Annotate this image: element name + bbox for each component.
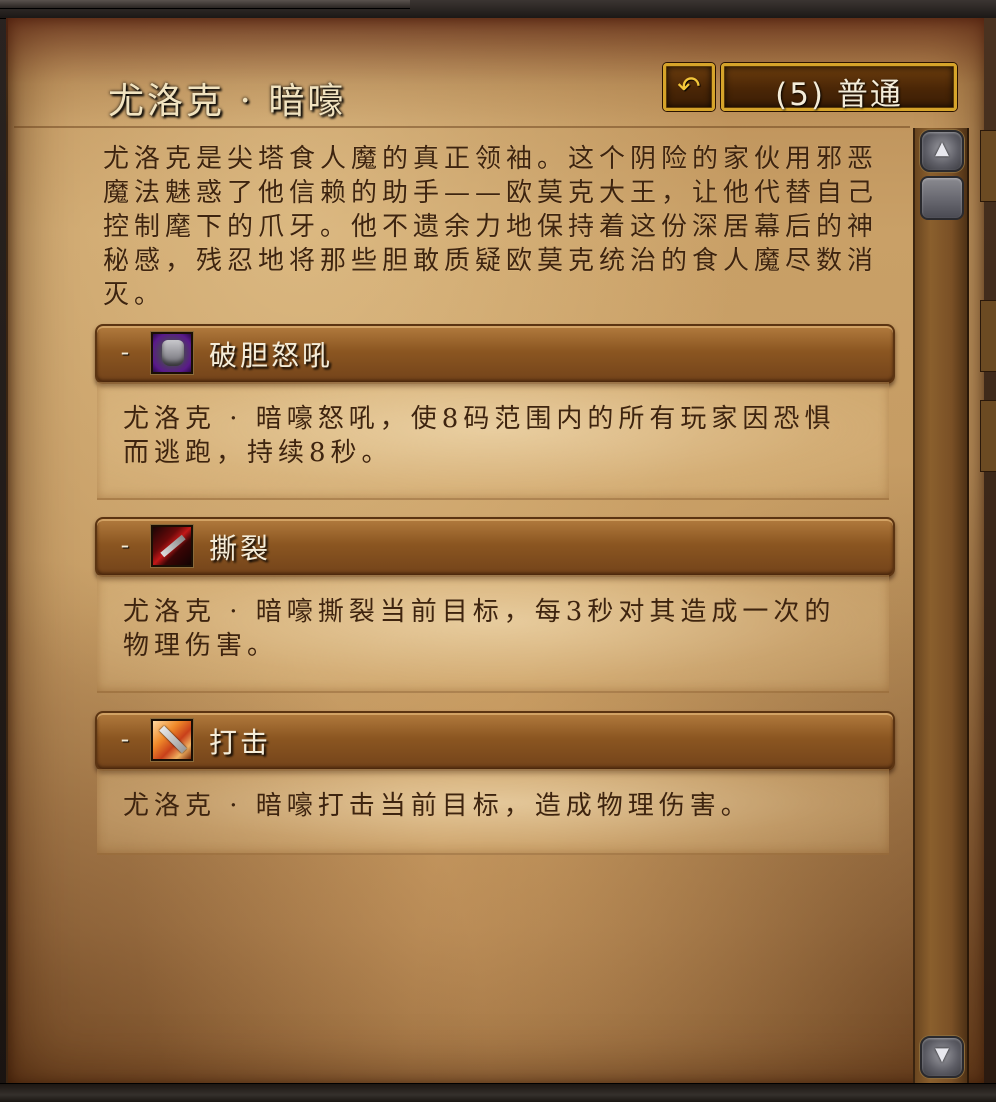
ability-name: 撕裂 xyxy=(209,532,272,565)
ability-description: 尤洛克 · 暗嚎怒吼，使8码范围内的所有玩家因恐惧而逃跑，持续8秒。 xyxy=(123,404,836,468)
side-tab[interactable] xyxy=(980,400,996,472)
ability-name: 打击 xyxy=(209,726,272,759)
header-divider xyxy=(14,126,910,128)
boss-description: 尤洛克是尖塔食人魔的真正领袖。这个阴险的家伙用邪恶魔法魅惑了他信赖的助手——欧莫… xyxy=(103,144,879,310)
reset-arrow-icon: ↶ xyxy=(677,70,701,103)
ability-name: 破胆怒吼 xyxy=(209,339,334,372)
rend-icon xyxy=(151,525,193,567)
scroll-thumb[interactable] xyxy=(920,176,964,220)
scroll-down-button[interactable]: ▼ xyxy=(920,1036,964,1078)
scroll-up-button[interactable]: ▲ xyxy=(920,130,964,172)
ability-header-strike[interactable]: - 打击 xyxy=(95,711,895,771)
ability-header-fear[interactable]: - 破胆怒吼 xyxy=(95,324,895,384)
collapse-toggle[interactable]: - xyxy=(115,338,135,366)
boss-title: 尤洛克 · 暗嚎 xyxy=(108,81,347,122)
window-top-notch xyxy=(0,0,410,9)
reset-button[interactable]: ↶ xyxy=(663,63,715,111)
difficulty-label: (5) 普通 xyxy=(775,77,903,113)
ability-header-rend[interactable]: - 撕裂 xyxy=(95,517,895,577)
window-bottom-border xyxy=(0,1083,996,1102)
side-tab[interactable] xyxy=(980,130,996,202)
ability-body-strike: 尤洛克 · 暗嚎打击当前目标，造成物理伤害。 xyxy=(97,769,889,855)
ability-description: 尤洛克 · 暗嚎打击当前目标，造成物理伤害。 xyxy=(123,791,752,821)
collapse-toggle[interactable]: - xyxy=(115,725,135,753)
side-tab[interactable] xyxy=(980,300,996,372)
fear-shout-icon xyxy=(151,332,193,374)
strike-icon xyxy=(151,719,193,761)
encounter-journal-frame: 尤洛克 · 暗嚎 ↶ (5) 普通 尤洛克是尖塔食人魔的真正领袖。这个阴险的家伙… xyxy=(0,0,996,1102)
ability-body-rend: 尤洛克 · 暗嚎撕裂当前目标，每3秒对其造成一次的物理伤害。 xyxy=(97,575,889,693)
scrollbar-track[interactable] xyxy=(913,128,969,1083)
scroll-up-icon: ▲ xyxy=(935,138,949,159)
ability-description: 尤洛克 · 暗嚎撕裂当前目标，每3秒对其造成一次的物理伤害。 xyxy=(123,597,836,661)
ability-body-fear: 尤洛克 · 暗嚎怒吼，使8码范围内的所有玩家因恐惧而逃跑，持续8秒。 xyxy=(97,382,889,500)
scroll-down-icon: ▼ xyxy=(935,1044,949,1065)
difficulty-dropdown[interactable]: (5) 普通 xyxy=(721,63,957,113)
collapse-toggle[interactable]: - xyxy=(115,531,135,559)
